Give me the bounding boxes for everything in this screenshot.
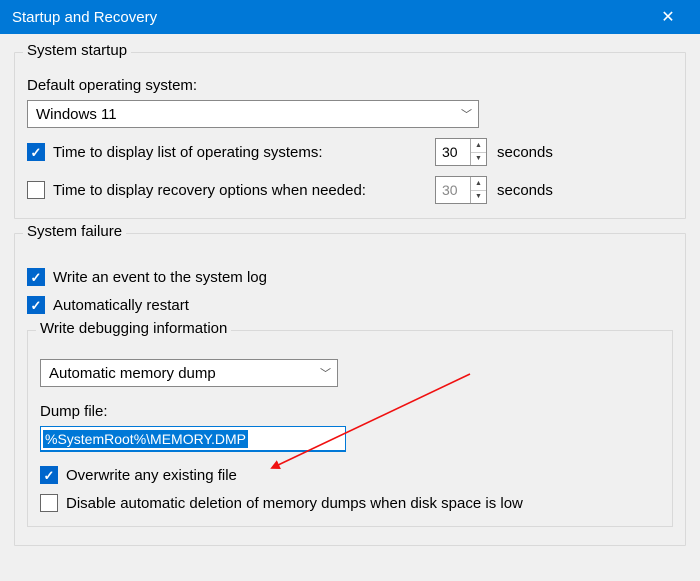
dump-file-label: Dump file: bbox=[40, 403, 660, 420]
system-startup-title: System startup bbox=[23, 42, 131, 59]
disable-delete-checkbox[interactable] bbox=[40, 494, 58, 512]
chevron-down-icon: ﹀ bbox=[320, 365, 331, 381]
time-recovery-checkbox[interactable] bbox=[27, 181, 45, 199]
dialog-content: System startup Default operating system:… bbox=[0, 34, 700, 581]
titlebar: Startup and Recovery ✕ bbox=[0, 0, 700, 34]
seconds-unit-1: seconds bbox=[497, 144, 557, 161]
dump-file-value: %SystemRoot%\MEMORY.DMP bbox=[43, 430, 248, 448]
system-failure-group: System failure Write an event to the sys… bbox=[14, 233, 686, 546]
write-event-label: Write an event to the system log bbox=[53, 269, 267, 286]
system-failure-title: System failure bbox=[23, 223, 126, 240]
default-os-value: Windows 11 bbox=[36, 106, 117, 123]
default-os-label: Default operating system: bbox=[27, 77, 673, 94]
default-os-combo[interactable]: Windows 11 ﹀ bbox=[27, 100, 479, 128]
disable-delete-label: Disable automatic deletion of memory dum… bbox=[66, 495, 626, 512]
time-os-spinner[interactable]: 30 ▲▼ bbox=[435, 138, 487, 166]
debug-info-title: Write debugging information bbox=[36, 320, 231, 337]
spinner-arrows[interactable]: ▲▼ bbox=[470, 177, 486, 203]
debug-info-group: Write debugging information Automatic me… bbox=[27, 330, 673, 527]
close-icon[interactable]: ✕ bbox=[648, 7, 688, 27]
overwrite-label: Overwrite any existing file bbox=[66, 467, 237, 484]
auto-restart-label: Automatically restart bbox=[53, 297, 189, 314]
time-os-label: Time to display list of operating system… bbox=[53, 144, 415, 161]
seconds-unit-2: seconds bbox=[497, 182, 557, 199]
overwrite-checkbox[interactable] bbox=[40, 466, 58, 484]
time-recovery-value: 30 bbox=[436, 177, 470, 203]
dump-type-combo[interactable]: Automatic memory dump ﹀ bbox=[40, 359, 338, 387]
auto-restart-checkbox[interactable] bbox=[27, 296, 45, 314]
time-recovery-spinner[interactable]: 30 ▲▼ bbox=[435, 176, 487, 204]
time-os-value: 30 bbox=[436, 139, 470, 165]
chevron-down-icon: ﹀ bbox=[461, 106, 472, 122]
window-title: Startup and Recovery bbox=[12, 9, 648, 26]
time-os-checkbox[interactable] bbox=[27, 143, 45, 161]
write-event-checkbox[interactable] bbox=[27, 268, 45, 286]
system-startup-group: System startup Default operating system:… bbox=[14, 52, 686, 219]
dump-file-input[interactable]: %SystemRoot%\MEMORY.DMP bbox=[40, 426, 346, 452]
dump-type-value: Automatic memory dump bbox=[49, 365, 216, 382]
time-recovery-label: Time to display recovery options when ne… bbox=[53, 182, 415, 199]
spinner-arrows[interactable]: ▲▼ bbox=[470, 139, 486, 165]
